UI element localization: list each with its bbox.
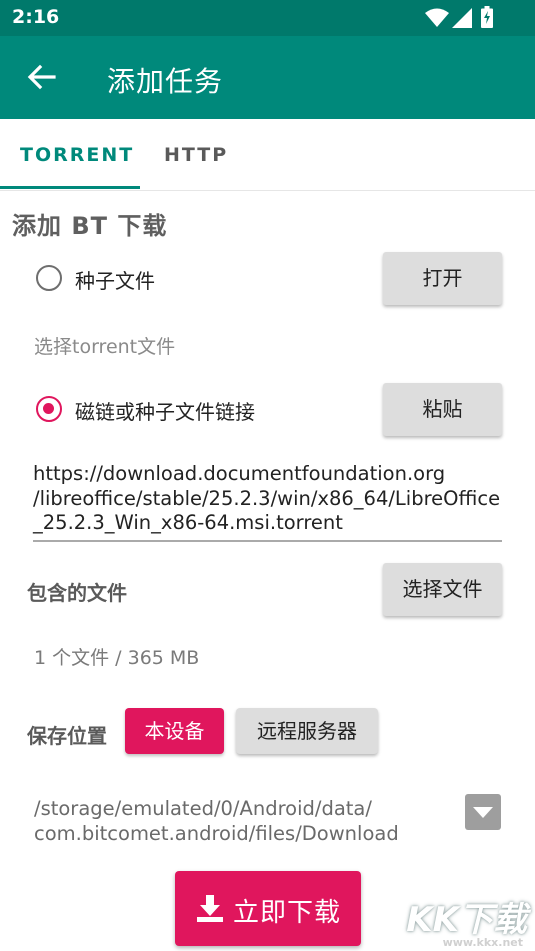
magnet-link-radio[interactable]: 磁链或种子文件链接 (36, 396, 316, 424)
wifi-icon (425, 8, 449, 27)
download-now-button[interactable]: 立即下载 (175, 871, 361, 946)
battery-charging-icon (481, 6, 493, 28)
select-files-button[interactable]: 选择文件 (383, 563, 502, 616)
tab-torrent[interactable]: TORRENT (20, 119, 134, 190)
signal-icon (452, 8, 472, 28)
section-title: 添加 BT 下载 (12, 212, 168, 240)
torrent-file-hint: 选择torrent文件 (34, 336, 176, 358)
watermark-logo: KK下载 www.kkx.net (397, 892, 527, 950)
download-path: /storage/emulated/0/Android/data/ com.bi… (34, 796, 399, 846)
tab-indicator (0, 186, 140, 189)
tab-bar: TORRENT HTTP (0, 119, 535, 191)
back-arrow-icon[interactable] (24, 60, 58, 94)
watermark-url: www.kkx.net (442, 936, 523, 949)
save-remote-server-button[interactable]: 远程服务器 (236, 708, 378, 754)
watermark-title: KK下载 (406, 900, 527, 940)
save-location-label: 保存位置 (27, 724, 107, 748)
included-files-label: 包含的文件 (27, 581, 127, 605)
path-line: /storage/emulated/0/Android/data/ (34, 797, 372, 820)
url-line: /libreoffice/stable/25.2.3/win/x86_64/Li… (33, 486, 501, 510)
add-task-screen: 2:16 添加任务 TORRENT HTTP 添加 BT 下载 种子文件 打开 … (0, 0, 535, 951)
app-bar: 添加任务 (0, 36, 535, 119)
magnet-link-radio-label: 磁链或种子文件链接 (75, 400, 255, 424)
torrent-file-radio[interactable]: 种子文件 (36, 265, 236, 293)
torrent-file-radio-label: 种子文件 (75, 269, 155, 293)
open-button[interactable]: 打开 (383, 252, 502, 305)
path-dropdown-button[interactable] (465, 794, 501, 830)
path-line: com.bitcomet.android/files/Download (34, 822, 399, 845)
download-icon (197, 895, 223, 922)
status-time: 2:16 (12, 6, 60, 28)
file-summary: 1 个文件 / 365 MB (34, 647, 200, 669)
paste-button[interactable]: 粘贴 (383, 383, 502, 436)
radio-circle (36, 265, 62, 291)
download-now-label: 立即下载 (233, 898, 342, 928)
tab-http[interactable]: HTTP (164, 119, 228, 190)
radio-circle (36, 396, 62, 422)
url-line: https://download.documentfoundation.org (33, 462, 446, 485)
status-bar: 2:16 (0, 0, 535, 36)
page-title: 添加任务 (107, 65, 224, 98)
save-local-device-button[interactable]: 本设备 (125, 708, 224, 754)
url-line: _25.2.3_Win_x86-64.msi.torrent (33, 511, 343, 534)
magnet-url-input[interactable]: https://download.documentfoundation.org … (33, 462, 502, 542)
